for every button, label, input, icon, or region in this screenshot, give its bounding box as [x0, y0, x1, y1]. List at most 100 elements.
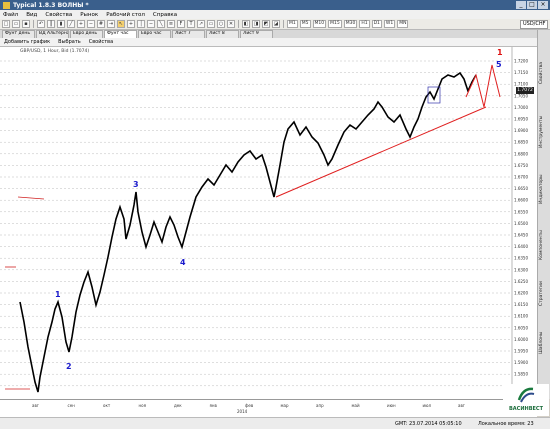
time-axis-canvas: авг сен окт ноя дек янв фев мар апр май июн июл авг 2…	[32, 403, 465, 414]
undo-icon[interactable]: ↶	[37, 20, 45, 28]
y-tick-label: 1.6750	[514, 163, 528, 168]
toolbar-separator	[283, 20, 284, 28]
tab-1[interactable]: Фунт день	[2, 30, 35, 38]
worksheet-tabs: Фунт день ВД Альтернатива Евро день Фунт…	[0, 30, 537, 38]
zoom-out-icon[interactable]: −	[87, 20, 95, 28]
new-icon[interactable]: □	[2, 20, 10, 28]
tab-8[interactable]: Лист 9	[240, 30, 273, 38]
y-tick-label: 1.6700	[514, 175, 528, 180]
tab-4[interactable]: Фунт час	[104, 30, 137, 38]
chart-props-button[interactable]: Свойства	[89, 39, 113, 45]
y-tick-label: 1.6850	[514, 140, 528, 145]
trendline	[275, 106, 487, 198]
trendline-icon[interactable]: ╲	[157, 20, 165, 28]
x-tick-label: сен	[68, 403, 76, 408]
tf-d1-button[interactable]: D1	[371, 20, 382, 28]
scroll-icon[interactable]: ⇥	[107, 20, 115, 28]
x-tick-label: авг	[32, 403, 39, 408]
y-tick-label: 1.6200	[514, 291, 528, 296]
price-chart[interactable]: 1.7200 1.7150 1.7100 1.7050 1.7000 1.6950 1.69…	[0, 47, 537, 399]
tab-5[interactable]: Евро час	[138, 30, 171, 38]
wave-label: 1	[55, 290, 61, 299]
tool-c-icon[interactable]: ◩	[262, 20, 270, 28]
chart-canvas[interactable]: 1.7200 1.7150 1.7100 1.7050 1.7000 1.6950 1.69…	[0, 47, 537, 399]
x-tick-label: июл	[423, 403, 432, 408]
close-button[interactable]: ×	[538, 1, 548, 9]
menu-desktop[interactable]: Рабочий стол	[106, 12, 145, 18]
wave-label: 4	[180, 258, 186, 267]
status-gmt: GMT: 23.07.2014 05:05:10	[395, 421, 462, 427]
sidebar-item-strategies[interactable]: Стратегии	[539, 266, 550, 306]
last-price-label: 1.7072	[516, 87, 534, 94]
y-tick-label: 1.6950	[514, 117, 528, 122]
tf-m1-button[interactable]: M1	[287, 20, 298, 28]
menu-market[interactable]: Рынок	[80, 12, 98, 18]
menu-file[interactable]: Файл	[3, 12, 18, 18]
right-sidebar: Свойства Инструменты Индикаторы Компонен…	[537, 30, 550, 399]
tf-mn-button[interactable]: MN	[397, 20, 409, 28]
y-tick-label: 1.6350	[514, 256, 528, 261]
y-tick-label: 1.6900	[514, 128, 528, 133]
sidebar-item-props[interactable]: Свойства	[539, 34, 550, 84]
x-tick-label: окт	[103, 403, 111, 408]
add-chart-button[interactable]: Добавить график	[4, 39, 50, 45]
y-tick-label: 1.6500	[514, 221, 528, 226]
tf-m10-button[interactable]: M10	[312, 20, 327, 28]
x-tick-label: апр	[316, 403, 324, 408]
tool-a-icon[interactable]: ◧	[242, 20, 250, 28]
tab-3[interactable]: Евро день	[70, 30, 103, 38]
save-icon[interactable]: ▪	[22, 20, 30, 28]
tab-2[interactable]: ВД Альтернатива	[36, 30, 69, 38]
wave-label: 5	[496, 60, 502, 69]
sidebar-item-indicators[interactable]: Индикаторы	[539, 154, 550, 204]
logo-mark-icon	[517, 387, 535, 403]
y-tick-label: 1.6000	[514, 337, 528, 342]
toolbar-separator	[238, 20, 239, 28]
fibo-icon[interactable]: F	[177, 20, 185, 28]
grid-icon[interactable]: #	[97, 20, 105, 28]
wave-label: 1	[497, 48, 503, 57]
line-icon[interactable]: ╱	[67, 20, 75, 28]
y-tick-label: 1.6400	[514, 244, 528, 249]
rectangle-icon[interactable]: ▭	[207, 20, 215, 28]
sidebar-item-components[interactable]: Компоненты	[539, 210, 550, 260]
hline-icon[interactable]: ─	[147, 20, 155, 28]
y-tick-label: 1.6600	[514, 198, 528, 203]
tf-m15-button[interactable]: M15	[328, 20, 342, 28]
chart-legend: GBP/USD, 1 Hour, Bid (1.7074)	[20, 49, 90, 54]
tab-6[interactable]: Лист 7	[172, 30, 205, 38]
maximize-button[interactable]: □	[527, 1, 537, 9]
bar-chart-icon[interactable]: ┃	[47, 20, 55, 28]
tf-w1-button[interactable]: W1	[383, 20, 396, 28]
vline-icon[interactable]: │	[137, 20, 145, 28]
y-tick-label: 1.6150	[514, 302, 528, 307]
text-icon[interactable]: T	[187, 20, 195, 28]
zoom-in-icon[interactable]: +	[77, 20, 85, 28]
arrow-icon[interactable]: ↗	[197, 20, 205, 28]
ellipse-icon[interactable]: ○	[217, 20, 225, 28]
tf-m5-button[interactable]: M5	[299, 20, 311, 28]
menu-help[interactable]: Справка	[153, 12, 177, 18]
menu-view[interactable]: Вид	[26, 12, 37, 18]
symbol-select[interactable]: USD/CHF	[520, 20, 548, 29]
minimize-button[interactable]: _	[516, 1, 526, 9]
cursor-icon[interactable]: ↖	[117, 20, 125, 28]
select-button[interactable]: Выбрать	[58, 39, 81, 45]
menubar: Файл Вид Свойства Рынок Рабочий стол Спр…	[0, 10, 550, 19]
tool-b-icon[interactable]: ◨	[252, 20, 260, 28]
y-tick-label: 1.6650	[514, 186, 528, 191]
tf-m30-button[interactable]: M30	[343, 20, 358, 28]
delete-icon[interactable]: ✕	[227, 20, 235, 28]
tool-d-icon[interactable]: ◪	[272, 20, 280, 28]
y-tick-label: 1.7050	[514, 93, 528, 98]
channel-icon[interactable]: ≡	[167, 20, 175, 28]
open-icon[interactable]: ▭	[12, 20, 20, 28]
tab-7[interactable]: Лист 8	[206, 30, 239, 38]
sidebar-item-templates[interactable]: Шаблоны	[539, 314, 550, 354]
crosshair-icon[interactable]: +	[127, 20, 135, 28]
menu-props[interactable]: Свойства	[45, 12, 72, 18]
x-tick-label: июн	[387, 403, 396, 408]
tf-h1-button[interactable]: H1	[359, 20, 370, 28]
sidebar-item-tools[interactable]: Инструменты	[539, 92, 550, 148]
candle-icon[interactable]: ▮	[57, 20, 65, 28]
